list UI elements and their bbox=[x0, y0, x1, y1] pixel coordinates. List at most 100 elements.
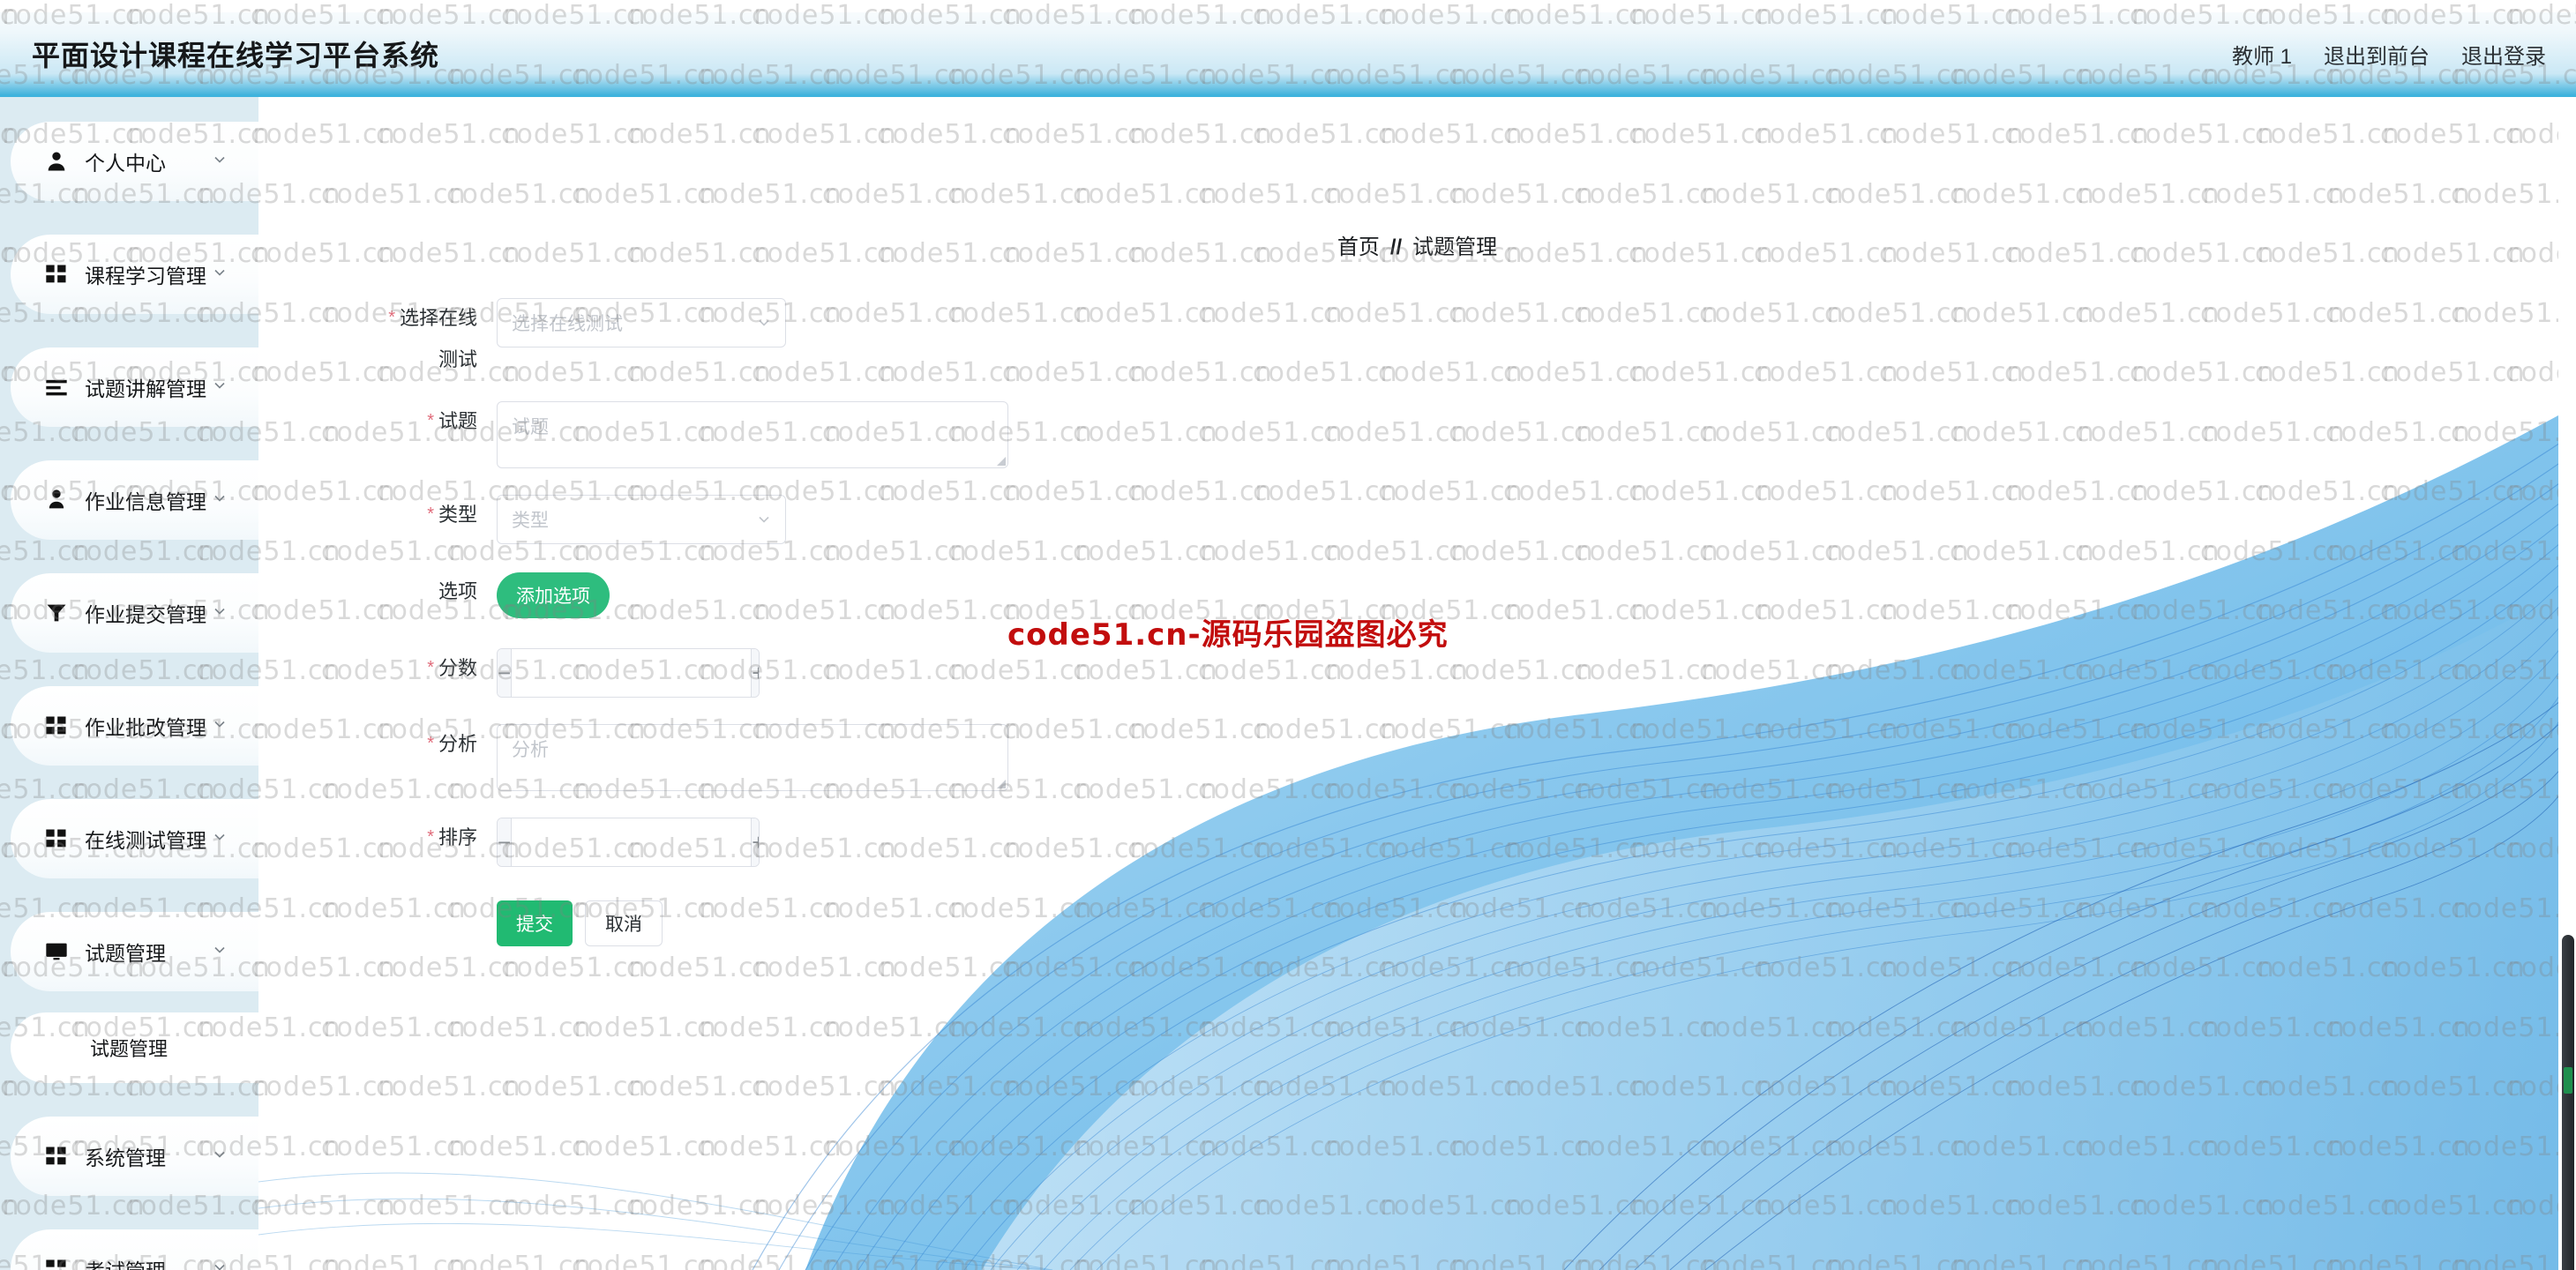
chevron-down-icon[interactable] bbox=[211, 489, 228, 507]
required-marker: * bbox=[427, 734, 434, 753]
sort-decrement-button[interactable]: − bbox=[498, 818, 513, 866]
sidebar-item-question-manage[interactable]: 试题管理 bbox=[11, 912, 258, 991]
online-test-placeholder: 选择在线测试 bbox=[512, 314, 623, 334]
breadcrumb-home[interactable]: 首页 bbox=[1337, 235, 1380, 259]
sidebar: 个人中心 课程学习管理 试题讲解管理 作业信息管理 作业提交管理 作业批改管理 … bbox=[0, 97, 258, 1270]
scrollbar-thumb[interactable] bbox=[2562, 935, 2574, 1270]
cancel-button[interactable]: 取消 bbox=[585, 900, 663, 946]
sidebar-label-homework-submit: 作业提交管理 bbox=[85, 603, 206, 626]
grid-icon bbox=[44, 713, 69, 738]
exit-to-frontend-button[interactable]: 退出到前台 bbox=[2324, 39, 2430, 70]
online-test-select[interactable]: 选择在线测试 bbox=[497, 298, 786, 347]
chevron-down-icon[interactable] bbox=[211, 377, 228, 394]
sidebar-label-system-manage: 系统管理 bbox=[85, 1147, 166, 1169]
label-sort-text: 排序 bbox=[438, 826, 477, 848]
chevron-down-icon[interactable] bbox=[211, 941, 228, 959]
control-score: − + bbox=[497, 648, 1423, 698]
required-marker: * bbox=[388, 308, 395, 327]
list-icon bbox=[44, 375, 69, 400]
type-select[interactable]: 类型 bbox=[497, 495, 786, 544]
flag-icon bbox=[44, 601, 69, 625]
required-marker: * bbox=[427, 411, 434, 430]
type-placeholder: 类型 bbox=[512, 511, 549, 531]
grid-icon bbox=[44, 826, 69, 851]
required-marker: * bbox=[427, 827, 434, 847]
sidebar-label-question-manage: 试题管理 bbox=[85, 942, 166, 965]
breadcrumb-separator: // bbox=[1389, 235, 1403, 259]
sort-increment-button[interactable]: + bbox=[751, 818, 759, 866]
question-textarea[interactable]: 试题 bbox=[497, 401, 1008, 468]
sort-input[interactable] bbox=[512, 818, 752, 866]
form-row-question: * 试题 试题 bbox=[364, 401, 1423, 468]
chevron-down-icon[interactable] bbox=[211, 151, 228, 168]
app-header: 平面设计课程在线学习平台系统 教师 1 退出到前台 退出登录 bbox=[0, 0, 2576, 97]
breadcrumb-current: 试题管理 bbox=[1412, 235, 1498, 259]
control-question: 试题 bbox=[497, 401, 1423, 468]
score-input[interactable] bbox=[512, 649, 752, 697]
sidebar-item-homework-grade[interactable]: 作业批改管理 bbox=[11, 686, 258, 766]
submit-button[interactable]: 提交 bbox=[497, 900, 573, 946]
chevron-down-icon[interactable] bbox=[211, 602, 228, 620]
sidebar-group-system: 系统管理 bbox=[0, 1117, 258, 1196]
chevron-down-icon[interactable] bbox=[211, 715, 228, 733]
top-strip bbox=[0, 0, 2576, 12]
sidebar-subitem-question-manage[interactable]: 试题管理 bbox=[11, 1012, 258, 1083]
user-icon bbox=[44, 149, 69, 174]
chevron-down-icon[interactable] bbox=[211, 828, 228, 846]
sidebar-group-question-manage: 试题管理 试题管理 bbox=[0, 912, 258, 1083]
sort-stepper: − + bbox=[497, 818, 760, 867]
analysis-textarea[interactable]: 分析 bbox=[497, 724, 1008, 791]
score-increment-button[interactable]: + bbox=[751, 649, 759, 697]
sidebar-label-online-test: 在线测试管理 bbox=[85, 829, 206, 852]
sidebar-label-personal-center: 个人中心 bbox=[85, 152, 166, 175]
form-row-type: * 类型 类型 bbox=[364, 495, 1423, 544]
form-actions: 提交 取消 bbox=[497, 900, 1423, 946]
sidebar-item-homework-info[interactable]: 作业信息管理 bbox=[11, 460, 258, 540]
sidebar-item-question-explain[interactable]: 试题讲解管理 bbox=[11, 347, 258, 427]
form-row-analysis: * 分析 分析 bbox=[364, 724, 1423, 791]
sidebar-item-online-test[interactable]: 在线测试管理 bbox=[11, 799, 258, 878]
add-option-button[interactable]: 添加选项 bbox=[497, 572, 610, 618]
label-online-test-line1: 选择在线 bbox=[399, 307, 477, 329]
copyright-notice: code51.cn-源码乐园盗图必究 bbox=[1007, 617, 1449, 653]
sidebar-item-homework-submit[interactable]: 作业提交管理 bbox=[11, 573, 258, 653]
sidebar-group-homework-grade: 作业批改管理 bbox=[0, 686, 258, 766]
label-analysis-text: 分析 bbox=[438, 733, 477, 755]
sidebar-item-system-manage[interactable]: 系统管理 bbox=[11, 1117, 258, 1196]
sidebar-group-online-test: 在线测试管理 bbox=[0, 799, 258, 878]
monitor-icon bbox=[44, 939, 69, 964]
current-user-label[interactable]: 教师 1 bbox=[2232, 39, 2292, 70]
sidebar-item-exam-manage[interactable]: 考试管理 bbox=[11, 1229, 258, 1270]
label-type-text: 类型 bbox=[438, 504, 477, 526]
app-root: 首页//试题管理 * 选择在线 测试 选择在线测试 * 试题 试题 * 类型 类… bbox=[0, 0, 2576, 1270]
score-decrement-button[interactable]: − bbox=[498, 649, 513, 697]
sidebar-item-personal-center[interactable]: 个人中心 bbox=[11, 122, 258, 201]
score-stepper: − + bbox=[497, 648, 760, 698]
chevron-down-icon[interactable] bbox=[211, 264, 228, 281]
label-online-test-line2: 测试 bbox=[438, 348, 477, 370]
sidebar-label-question-explain: 试题讲解管理 bbox=[85, 377, 206, 400]
main-content: 首页//试题管理 * 选择在线 测试 选择在线测试 * 试题 试题 * 类型 类… bbox=[258, 97, 2576, 1270]
form-row-score: *分数 − + bbox=[364, 648, 1423, 698]
chevron-down-icon bbox=[759, 319, 769, 326]
chevron-down-icon[interactable] bbox=[211, 1259, 228, 1270]
logout-button[interactable]: 退出登录 bbox=[2461, 39, 2546, 70]
form-row-online-test: * 选择在线 测试 选择在线测试 bbox=[364, 298, 1423, 382]
sidebar-group-course: 课程学习管理 bbox=[0, 235, 258, 314]
label-score: * 分数 bbox=[364, 648, 497, 688]
sidebar-item-course-study[interactable]: 课程学习管理 bbox=[11, 235, 258, 314]
label-score-text: 分数 bbox=[438, 657, 477, 679]
form-row-sort: *排序 − + bbox=[364, 818, 1423, 867]
required-marker: * bbox=[427, 658, 434, 677]
control-type: 类型 bbox=[497, 495, 1423, 544]
grid-icon bbox=[44, 1257, 69, 1270]
required-marker: * bbox=[427, 504, 434, 524]
question-placeholder: 试题 bbox=[512, 417, 549, 437]
vertical-scrollbar[interactable] bbox=[2558, 97, 2576, 1270]
chevron-down-icon[interactable] bbox=[211, 1146, 228, 1163]
form-row-actions: 提交 取消 bbox=[364, 900, 1423, 946]
label-question: * 试题 bbox=[364, 401, 497, 441]
person-icon bbox=[44, 488, 69, 512]
label-question-text: 试题 bbox=[438, 410, 477, 432]
sidebar-label-homework-info: 作业信息管理 bbox=[85, 490, 206, 513]
